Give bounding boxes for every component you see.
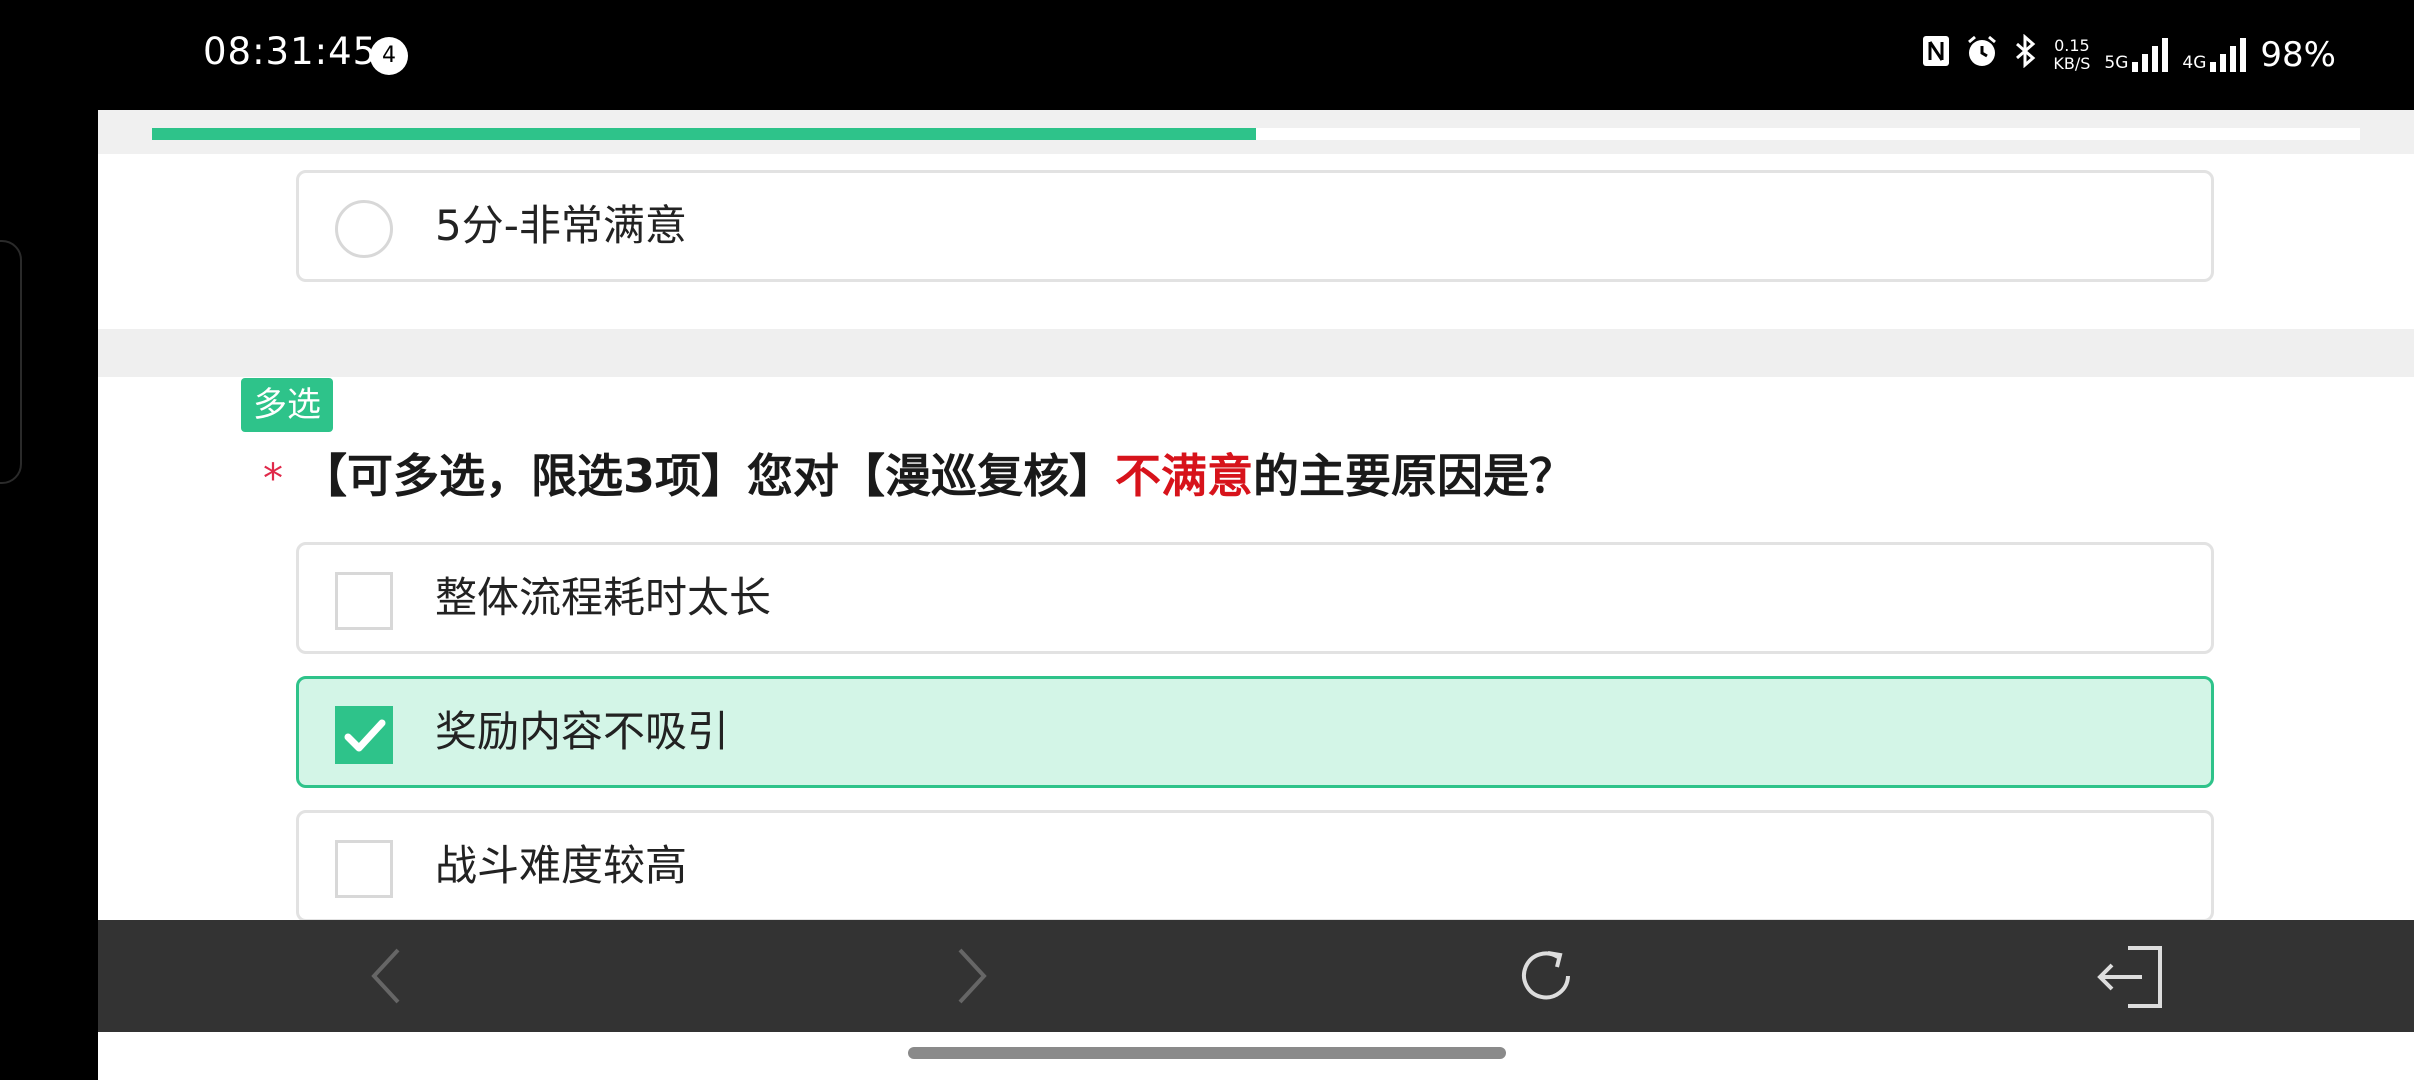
option-label: 战斗难度较高 (435, 841, 688, 890)
signal-bars-icon (2210, 38, 2247, 72)
survey-page[interactable]: 5分-非常满意 多选 * 【可多选，限选3项】您对【漫巡复核】不满意的主要原因是？… (98, 110, 2414, 920)
back-icon (371, 948, 400, 1004)
net-type-4g: 4G (2182, 53, 2207, 73)
signal-bars-icon (2132, 38, 2169, 72)
option-very-satisfied[interactable]: 5分-非常满意 (296, 170, 2214, 282)
notification-badge: 4 (370, 37, 408, 75)
exit-button[interactable] (2090, 942, 2162, 1010)
status-icons: 0.15 KB/S 5G 4G 98% (1921, 30, 2336, 80)
progress-fill (152, 128, 1256, 140)
section-divider (98, 329, 2414, 377)
radio-button[interactable] (335, 200, 393, 258)
exit-icon (2097, 946, 2162, 1008)
bluetooth-icon (2013, 33, 2039, 77)
signal-5g: 5G (2104, 38, 2169, 73)
speed-value: 0.15 (2054, 36, 2090, 55)
signal-4g: 4G (2182, 38, 2247, 73)
checkbox[interactable] (335, 572, 393, 630)
checkmark-icon (344, 719, 386, 752)
option-label: 5分-非常满意 (435, 201, 687, 250)
alarm-icon (1965, 34, 1999, 77)
forward-icon (958, 948, 987, 1004)
checkbox-checked[interactable] (335, 706, 393, 764)
browser-nav-bar (98, 920, 2414, 1032)
status-bar: 08:31:45 4 0.15 KB/S 5G 4G 98% (0, 0, 2414, 110)
net-type-5g: 5G (2104, 53, 2129, 73)
multi-select-tag: 多选 (241, 378, 333, 432)
option-label: 奖励内容不吸引 (435, 707, 730, 756)
required-mark: * (263, 456, 283, 502)
refresh-button[interactable] (1512, 942, 1580, 1010)
question-title: * 【可多选，限选3项】您对【漫巡复核】不满意的主要原因是？ (263, 440, 1575, 506)
battery-level: 98% (2260, 35, 2336, 75)
side-handle[interactable] (0, 240, 22, 484)
left-edge (0, 110, 98, 1080)
speed-unit: KB/S (2053, 54, 2091, 73)
option-reward-unattractive[interactable]: 奖励内容不吸引 (296, 676, 2214, 788)
status-time: 08:31:45 (203, 30, 378, 73)
progress-track (152, 128, 2360, 140)
question-text-after: 的主要原因是？ (1253, 449, 1576, 503)
back-button[interactable] (356, 942, 424, 1010)
question-text-before: 【可多选，限选3项】您对【漫巡复核】 (301, 449, 1116, 503)
progress-bar (98, 110, 2414, 154)
refresh-icon (1522, 951, 1570, 1000)
option-label: 整体流程耗时太长 (435, 573, 772, 622)
option-process-too-long[interactable]: 整体流程耗时太长 (296, 542, 2214, 654)
forward-button[interactable] (934, 942, 1002, 1010)
home-indicator[interactable] (908, 1047, 1506, 1059)
option-battle-difficulty-high[interactable]: 战斗难度较高 (296, 810, 2214, 920)
nfc-icon (1921, 34, 1951, 77)
question-text-highlight: 不满意 (1115, 449, 1254, 503)
network-speed: 0.15 KB/S (2053, 37, 2090, 73)
checkbox[interactable] (335, 840, 393, 898)
